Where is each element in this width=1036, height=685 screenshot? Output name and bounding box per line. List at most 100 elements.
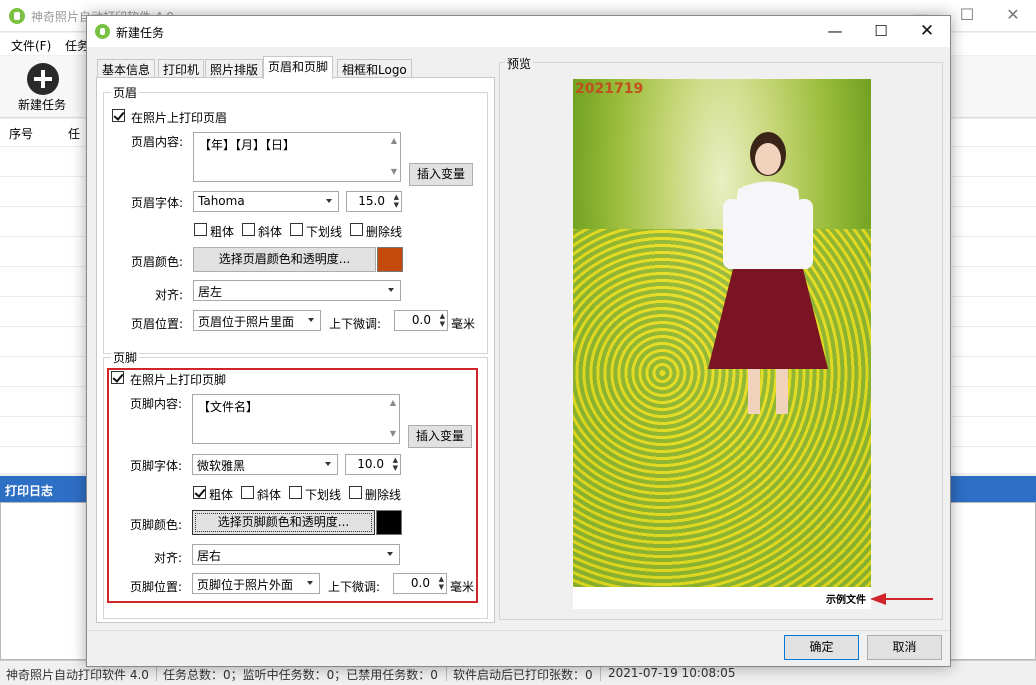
- header-adjust-stepper[interactable]: 0.0 ▲ ▼: [394, 310, 448, 331]
- scroll-up-icon[interactable]: ▲: [391, 136, 397, 145]
- header-underline-checkbox[interactable]: [290, 223, 303, 236]
- tab-photo-layout[interactable]: 照片排版: [205, 59, 264, 78]
- header-font-size-stepper[interactable]: 15.0 ▲ ▼: [346, 191, 402, 212]
- menu-file[interactable]: 文件(F): [11, 37, 51, 54]
- column-header-task[interactable]: 任: [68, 125, 80, 142]
- status-app-name: 神奇照片自动打印软件 4.0: [6, 668, 149, 682]
- header-italic-checkbox[interactable]: [242, 223, 255, 236]
- status-printed-count: 软件启动后已打印张数：0: [453, 668, 593, 682]
- spin-up-icon[interactable]: ▲: [393, 457, 398, 464]
- header-align-label: 对齐:: [155, 288, 184, 302]
- person-image: [708, 132, 828, 414]
- scroll-down-icon[interactable]: ▼: [391, 167, 397, 176]
- header-adjust-label: 上下微调:: [329, 317, 382, 331]
- header-bold-checkbox[interactable]: [194, 223, 207, 236]
- preview-paper: 2021719 示例文件: [573, 79, 871, 609]
- footer-controls: 在照片上打印页脚 页脚内容: 【文件名】 ▲ ▼ 插入变量 页脚字体: 微软雅黑…: [103, 357, 488, 619]
- footer-align-value: 居右: [197, 549, 222, 563]
- preview-photo: 2021719: [573, 79, 871, 587]
- footer-enable-checkbox[interactable]: [111, 371, 124, 384]
- footer-italic-label: 斜体: [257, 488, 282, 502]
- footer-position-label: 页脚位置:: [130, 580, 183, 594]
- header-bold-label: 粗体: [210, 225, 235, 239]
- app-logo-icon: [9, 8, 25, 24]
- minimize-icon[interactable]: —: [812, 16, 858, 47]
- footer-font-value: 微软雅黑: [197, 459, 246, 473]
- header-font-label: 页眉字体:: [131, 196, 184, 210]
- footer-color-button[interactable]: 选择页脚颜色和透明度...: [192, 510, 375, 535]
- close-icon[interactable]: ✕: [904, 16, 950, 47]
- footer-strike-checkbox[interactable]: [349, 486, 362, 499]
- tab-frame-logo[interactable]: 相框和Logo: [337, 59, 412, 78]
- tab-basic-info[interactable]: 基本信息: [97, 59, 156, 78]
- footer-insert-variable-button[interactable]: 插入变量: [408, 425, 472, 448]
- status-task-count: 任务总数：0；监听中任务数：0；已禁用任务数：0: [163, 668, 438, 682]
- spin-up-icon[interactable]: ▲: [439, 576, 444, 583]
- footer-font-select[interactable]: 微软雅黑: [192, 454, 338, 475]
- spin-down-icon[interactable]: ▼: [439, 584, 444, 591]
- chevron-down-icon: [308, 318, 314, 322]
- spin-down-icon[interactable]: ▼: [393, 465, 398, 472]
- header-position-value: 页眉位于照片里面: [198, 315, 295, 329]
- footer-font-size-stepper[interactable]: 10.0 ▲ ▼: [345, 454, 401, 475]
- header-group: 页眉 在照片上打印页眉 页眉内容: 【年】【月】【日】 ▲ ▼ 插入变量 页眉字…: [103, 84, 488, 354]
- header-color-label: 页眉颜色:: [131, 255, 184, 269]
- footer-adjust-stepper[interactable]: 0.0 ▲ ▼: [393, 573, 447, 594]
- footer-align-select[interactable]: 居右: [192, 544, 400, 565]
- header-color-button[interactable]: 选择页眉颜色和透明度...: [193, 247, 376, 272]
- chevron-down-icon: [388, 288, 394, 292]
- header-position-label: 页眉位置:: [131, 317, 184, 331]
- preview-header-text: 2021719: [575, 81, 644, 97]
- footer-color-swatch[interactable]: [376, 510, 402, 535]
- preview-group: 预览 2021719 示例文件: [499, 55, 943, 620]
- footer-content-label: 页脚内容:: [130, 397, 183, 411]
- header-strike-checkbox[interactable]: [350, 223, 363, 236]
- footer-position-select[interactable]: 页脚位于照片外面: [192, 573, 320, 594]
- header-enable-checkbox[interactable]: [112, 109, 125, 122]
- footer-underline-checkbox[interactable]: [289, 486, 302, 499]
- spin-down-icon[interactable]: ▼: [440, 321, 445, 328]
- scroll-down-icon[interactable]: ▼: [390, 429, 396, 438]
- header-align-value: 居左: [198, 285, 223, 299]
- chevron-down-icon: [387, 552, 393, 556]
- footer-align-label: 对齐:: [154, 551, 183, 565]
- maximize-icon[interactable]: ☐: [858, 16, 904, 47]
- ok-button[interactable]: 确定: [784, 635, 859, 660]
- footer-strike-label: 删除线: [365, 488, 402, 502]
- tab-header-footer[interactable]: 页眉和页脚: [263, 56, 334, 79]
- header-font-select[interactable]: Tahoma: [193, 191, 339, 212]
- chevron-down-icon: [325, 462, 331, 466]
- header-italic-label: 斜体: [258, 225, 283, 239]
- footer-italic-checkbox[interactable]: [241, 486, 254, 499]
- footer-content-input[interactable]: 【文件名】 ▲ ▼: [192, 394, 400, 444]
- spin-up-icon[interactable]: ▲: [394, 194, 399, 201]
- footer-adjust-value: 0.0: [410, 576, 430, 590]
- header-align-select[interactable]: 居左: [193, 280, 401, 301]
- tab-printer[interactable]: 打印机: [158, 59, 205, 78]
- dialog-titlebar: 新建任务 — ☐ ✕: [87, 16, 950, 47]
- column-header-index[interactable]: 序号: [9, 125, 33, 142]
- cancel-button[interactable]: 取消: [867, 635, 942, 660]
- header-insert-variable-button[interactable]: 插入变量: [409, 163, 473, 186]
- footer-adjust-label: 上下微调:: [328, 580, 381, 594]
- header-font-value: Tahoma: [198, 194, 245, 208]
- app-logo-icon: [95, 24, 110, 39]
- status-datetime: 2021-07-19 10:08:05: [608, 666, 736, 680]
- header-content-input[interactable]: 【年】【月】【日】 ▲ ▼: [193, 132, 401, 182]
- new-task-label: 新建任务: [18, 98, 67, 112]
- red-arrow-icon: [870, 593, 933, 605]
- header-color-swatch[interactable]: [377, 247, 403, 272]
- footer-adjust-unit: 毫米: [450, 580, 475, 594]
- spin-up-icon[interactable]: ▲: [440, 313, 445, 320]
- footer-bold-checkbox[interactable]: [193, 486, 206, 499]
- chevron-down-icon: [326, 199, 332, 203]
- scroll-up-icon[interactable]: ▲: [390, 398, 396, 407]
- footer-bold-label: 粗体: [209, 488, 234, 502]
- spin-down-icon[interactable]: ▼: [394, 202, 399, 209]
- header-footer-panel: 页眉 在照片上打印页眉 页眉内容: 【年】【月】【日】 ▲ ▼ 插入变量 页眉字…: [96, 77, 495, 623]
- footer-font-label: 页脚字体:: [130, 459, 183, 473]
- footer-font-size-value: 10.0: [357, 457, 384, 471]
- close-icon[interactable]: ✕: [990, 0, 1036, 32]
- footer-underline-label: 下划线: [305, 488, 342, 502]
- header-position-select[interactable]: 页眉位于照片里面: [193, 310, 321, 331]
